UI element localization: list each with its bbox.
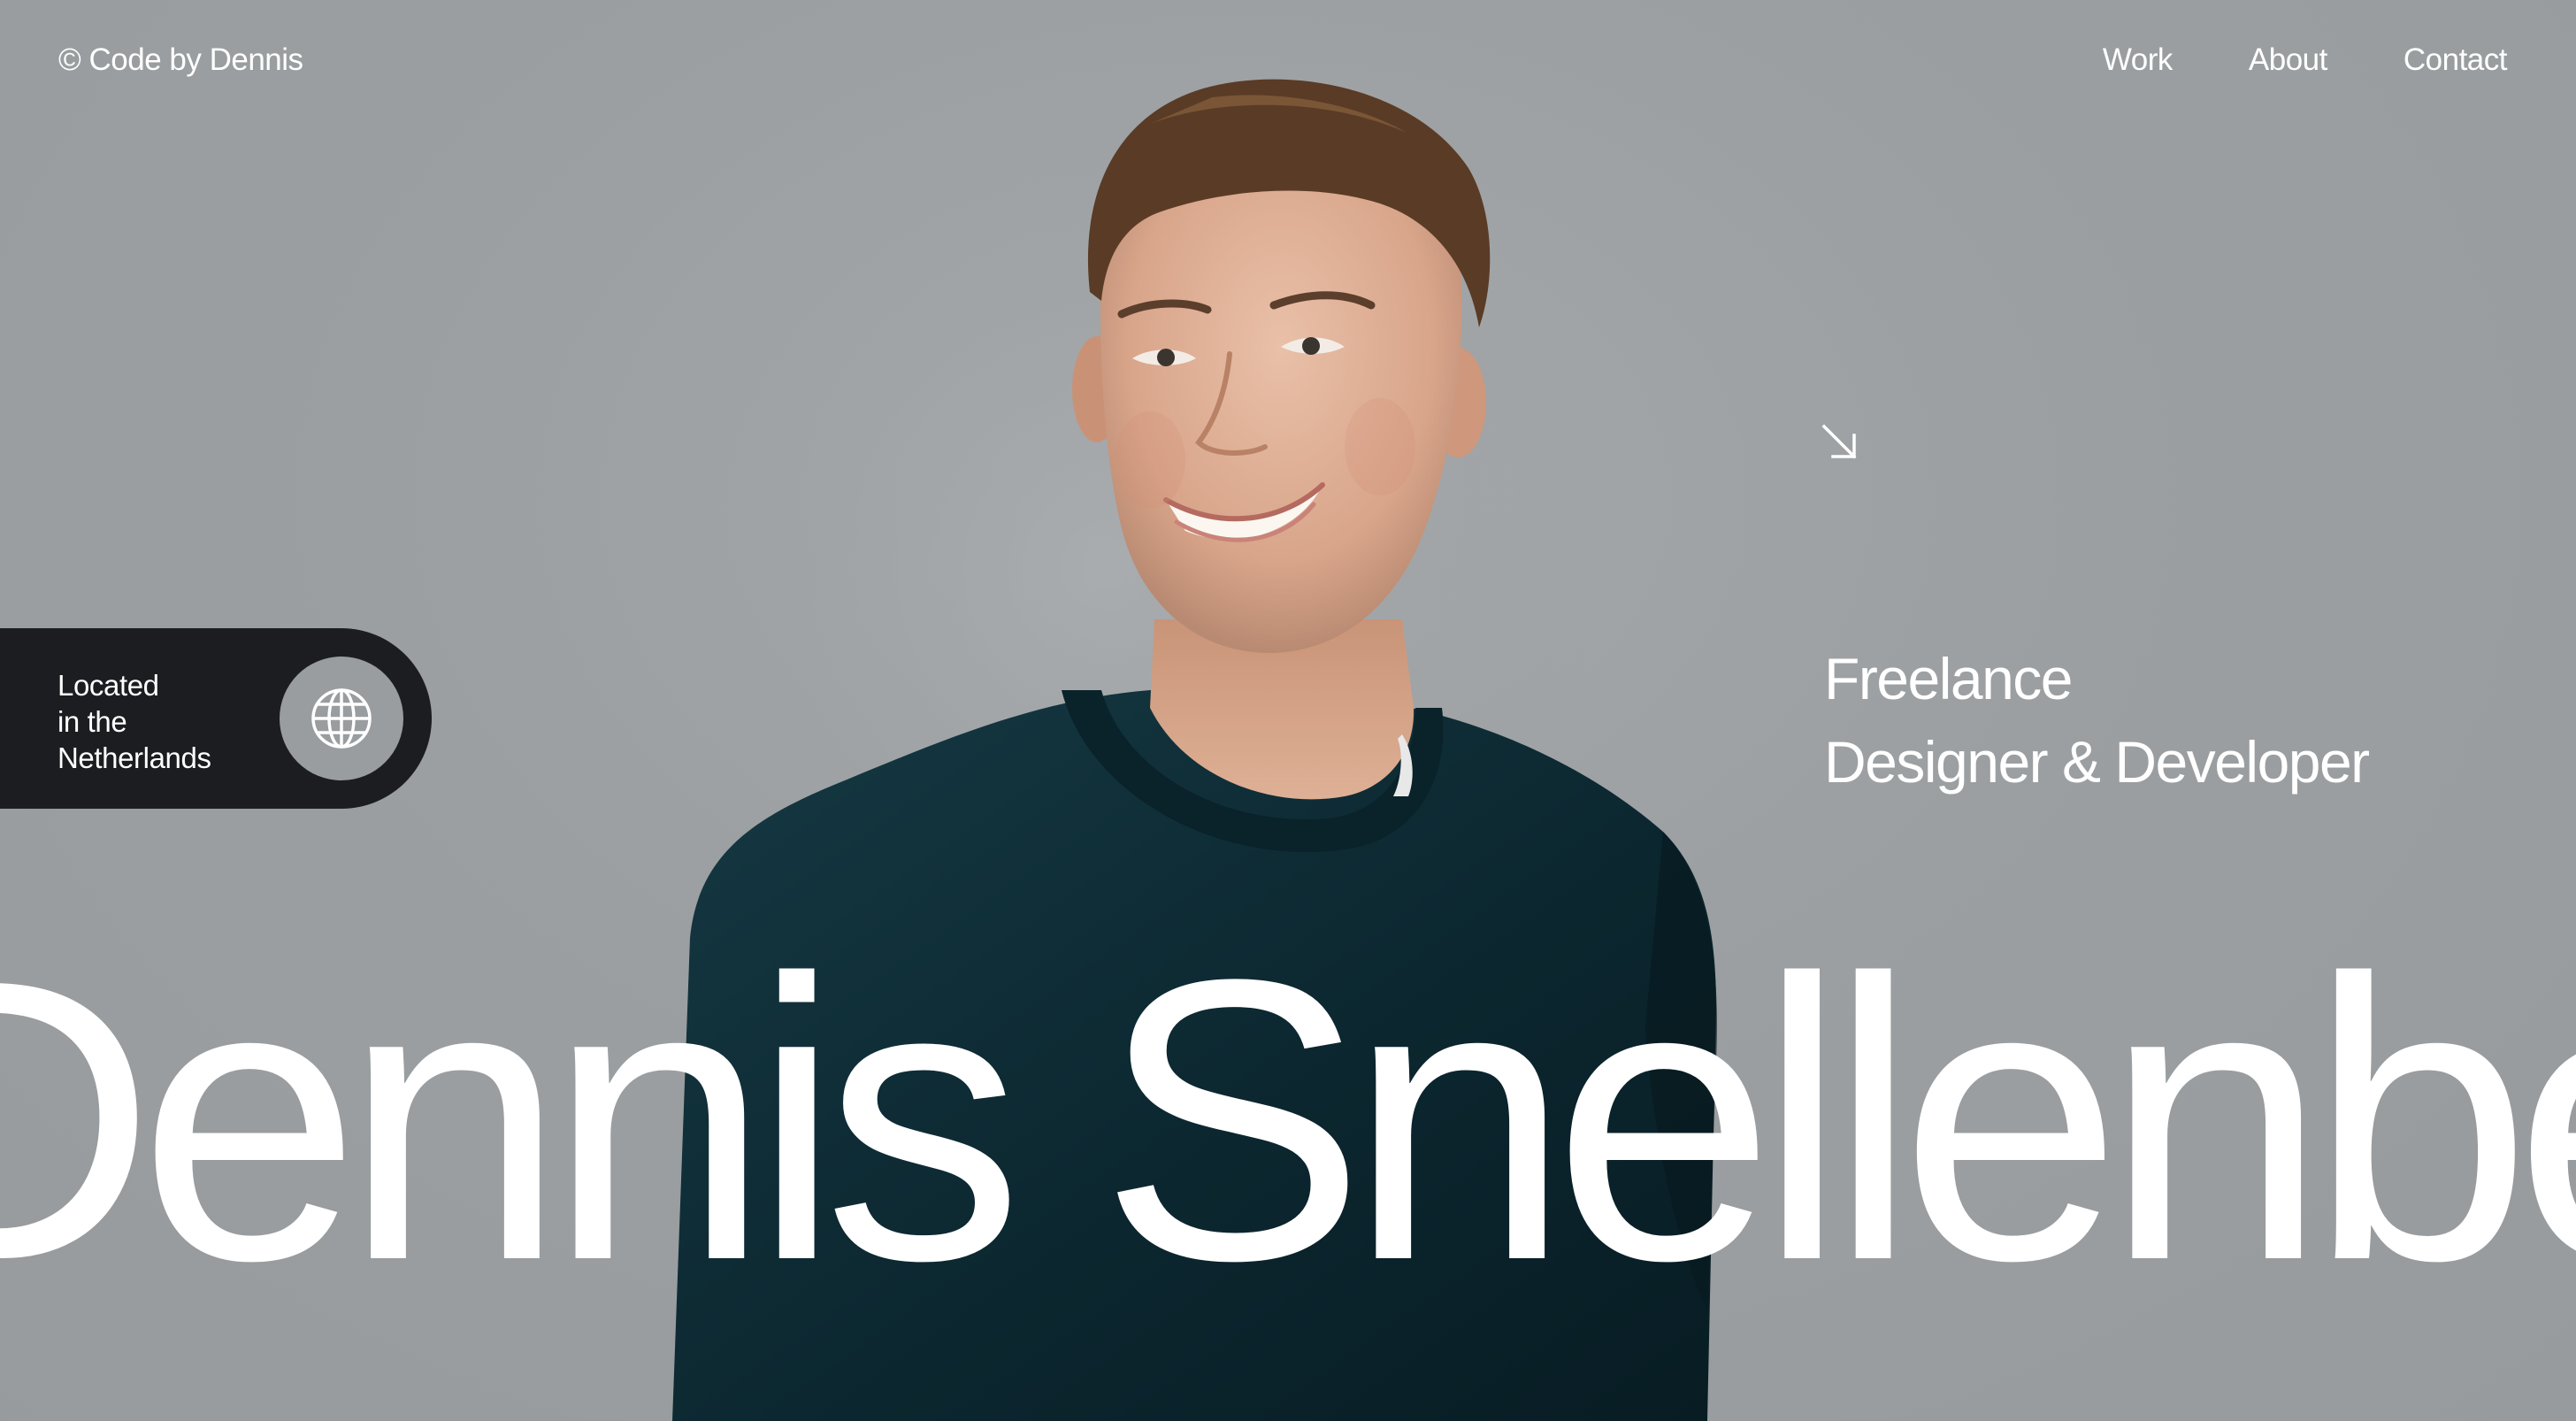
nav-about-link[interactable]: About: [2249, 42, 2327, 78]
location-line-3: Netherlands: [58, 741, 211, 774]
arrow-down-right-icon: [1821, 424, 1857, 459]
nav-contact-link[interactable]: Contact: [2404, 42, 2508, 78]
location-text: Located in the Netherlands: [58, 667, 211, 776]
location-line-1: Located: [58, 669, 159, 702]
location-badge: Located in the Netherlands: [0, 628, 432, 809]
brand-logo[interactable]: © Code by Dennis: [58, 42, 303, 78]
hero-name-marquee: Dennis Snellenberg: [0, 896, 2576, 1343]
nav-work-link[interactable]: Work: [2103, 42, 2174, 78]
hero-page: © Code by Dennis Work About Contact Loca…: [0, 0, 2576, 1421]
tagline-line-1: Freelance: [1824, 646, 2073, 711]
tagline-line-2: Designer & Developer: [1824, 729, 2370, 795]
location-line-2: in the: [58, 705, 127, 738]
globe-icon: [280, 657, 403, 780]
main-nav: Work About Contact: [2103, 42, 2508, 78]
role-tagline: Freelance Designer & Developer: [1824, 637, 2370, 803]
